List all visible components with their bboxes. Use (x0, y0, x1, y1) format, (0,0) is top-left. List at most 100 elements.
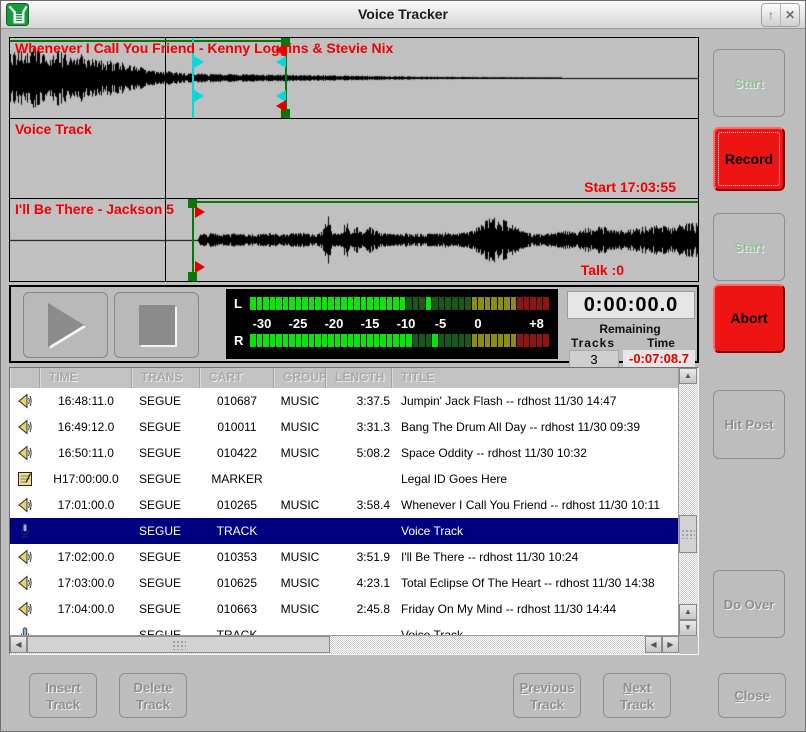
abort-button[interactable]: Abort (713, 284, 785, 353)
start-marker-icon[interactable] (195, 261, 205, 273)
meter-segment (283, 334, 289, 347)
meter-segment (530, 334, 536, 347)
row-cart: 010353 (200, 550, 274, 564)
row-time: 17:04:00.0 (40, 602, 132, 616)
meter-segment (524, 334, 530, 347)
meter-segment (263, 297, 269, 310)
log-list: TIMETRANSCARTGROUPLENGTHTITLE 16:48:11.0… (9, 367, 699, 655)
up-arrow-icon: ↑ (768, 8, 774, 22)
start-marker-line[interactable] (192, 199, 194, 281)
log-row[interactable]: 17:03:00.0SEGUE010625MUSIC4:23.1Total Ec… (10, 570, 679, 596)
log-column-header-group[interactable]: GROUP (274, 368, 326, 388)
delete-track-button[interactable]: DeleteTrack (119, 673, 187, 718)
scroll-up-button-2[interactable]: ▲ (679, 604, 697, 620)
log-column-header-cart[interactable]: CART (200, 368, 274, 388)
horizontal-scrollbar[interactable]: ◀ ◀ ▶ (10, 635, 679, 654)
speaker-icon (17, 575, 33, 591)
log-column-header-trans[interactable]: TRANS (132, 368, 200, 388)
meter-segment (309, 297, 315, 310)
row-transition: SEGUE (132, 524, 200, 538)
log-column-header-time[interactable]: TIME (40, 368, 132, 388)
log-row[interactable]: SEGUETRACKVoice Track (10, 518, 679, 544)
speaker-icon (17, 601, 33, 617)
log-row[interactable]: 16:50:11.0SEGUE010422MUSIC5:08.2Space Od… (10, 440, 679, 466)
end-marker-icon[interactable] (276, 100, 286, 112)
meter-segment (335, 297, 341, 310)
meter-segment (387, 334, 393, 347)
row-group: MUSIC (274, 576, 326, 590)
hit-post-button[interactable]: Hit Post (713, 390, 785, 459)
row-group: MUSIC (274, 446, 326, 460)
scroll-right-icon: ▶ (667, 641, 673, 649)
scroll-left-icon: ◀ (15, 641, 21, 649)
start-handle-icon[interactable] (188, 272, 197, 281)
fadeout-handle-icon[interactable] (276, 56, 286, 68)
log-column-header-title[interactable]: TITLE (392, 368, 679, 388)
log-row[interactable]: H17:00:00.0SEGUEMARKERLegal ID Goes Here (10, 466, 679, 492)
thumb-grip (172, 640, 186, 650)
speaker-icon (17, 497, 33, 513)
row-length: 3:31.3 (326, 420, 392, 434)
meter-segment (296, 297, 302, 310)
start-track1-button[interactable]: Start (713, 49, 785, 117)
left-channel-label: L (234, 297, 250, 310)
meter-segment (348, 334, 354, 347)
speaker-icon (17, 549, 33, 565)
log-row[interactable]: 16:49:12.0SEGUE010011MUSIC3:31.3Bang The… (10, 414, 679, 440)
log-column-header-icon[interactable] (10, 368, 40, 388)
play-button[interactable] (23, 292, 108, 358)
level-meter: L -30-25-20-15-10-50+8 R (226, 289, 558, 359)
meter-segment (296, 334, 302, 347)
row-cart: 010422 (200, 446, 274, 460)
do-over-button[interactable]: Do Over (713, 570, 785, 638)
meter-segment (543, 334, 549, 347)
insert-track-button[interactable]: InsertTrack (29, 673, 97, 718)
meter-segment (354, 334, 360, 347)
start-marker-icon[interactable] (195, 206, 205, 218)
meter-segment (315, 297, 321, 310)
meter-segment (289, 334, 295, 347)
log-row[interactable]: 16:48:11.0SEGUE010687MUSIC3:37.5Jumpin' … (10, 388, 679, 414)
log-column-header-length[interactable]: LENGTH (326, 368, 392, 388)
meter-segment (504, 297, 510, 310)
scroll-left-button-2[interactable]: ◀ (645, 636, 662, 653)
meter-segment (263, 334, 269, 347)
log-row[interactable]: 17:01:00.0SEGUE010265MUSIC3:58.4Whenever… (10, 492, 679, 518)
vertical-scrollbar[interactable]: ▲ ▲ ▼ (678, 368, 698, 636)
meter-segment (537, 334, 543, 347)
scroll-down-button[interactable]: ▼ (679, 620, 697, 636)
scroll-up-icon: ▲ (684, 372, 692, 380)
waveform-panel-voice-track[interactable]: Voice Track Start 17:03:55 (10, 119, 698, 199)
row-cart: 010625 (200, 576, 274, 590)
meter-segment (380, 297, 386, 310)
meter-segment (322, 334, 328, 347)
waveform-panel-next-track[interactable]: I'll Be There - Jackson 5 Talk :0 (10, 199, 698, 281)
waveform-panel-previous-track[interactable]: Whenever I Call You Friend - Kenny Loggi… (10, 38, 698, 119)
close-button[interactable]: Close (718, 673, 786, 718)
window-controls: ↑ ✕ (761, 3, 800, 27)
meter-segment (511, 297, 517, 310)
start-track3-button[interactable]: Start (713, 213, 785, 281)
previous-track-button[interactable]: PreviousTrack (513, 673, 581, 718)
fadeout-handle-icon[interactable] (194, 56, 204, 68)
meter-segment (439, 297, 445, 310)
next-track-button[interactable]: NextTrack (603, 673, 671, 718)
close-window-button[interactable]: ✕ (780, 4, 799, 26)
fadeout-handle-icon[interactable] (194, 90, 204, 102)
meter-segment (289, 297, 295, 310)
shade-button[interactable]: ↑ (762, 4, 780, 26)
vertical-scroll-thumb[interactable] (679, 515, 697, 553)
meter-segment (426, 297, 432, 310)
log-row[interactable]: 17:02:00.0SEGUE010353MUSIC3:51.9I'll Be … (10, 544, 679, 570)
scroll-left-icon: ◀ (650, 641, 656, 649)
scroll-left-button[interactable]: ◀ (10, 636, 27, 653)
record-button[interactable]: Record (713, 127, 785, 191)
stop-button[interactable] (114, 292, 199, 358)
horizontal-scroll-thumb[interactable] (27, 636, 330, 653)
scroll-up-button[interactable]: ▲ (679, 368, 697, 384)
scroll-up-icon: ▲ (684, 608, 692, 616)
meter-segment (445, 297, 451, 310)
log-row[interactable]: 17:04:00.0SEGUE010663MUSIC2:45.8Friday O… (10, 596, 679, 622)
meter-segment (504, 334, 510, 347)
scroll-right-button[interactable]: ▶ (662, 636, 679, 653)
